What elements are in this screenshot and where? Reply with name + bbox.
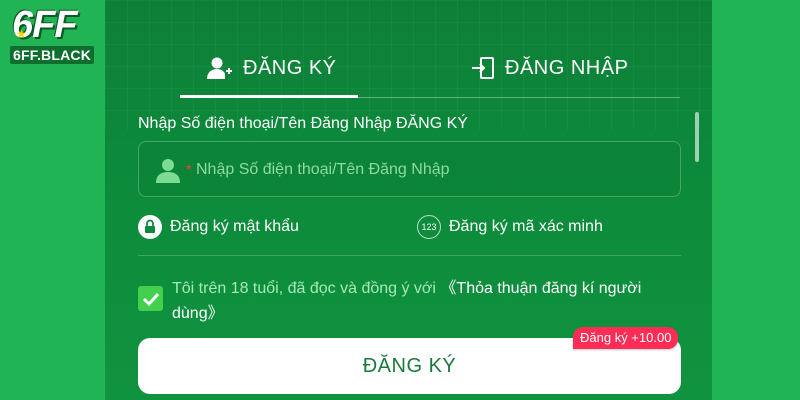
brand-logo[interactable]: 6FF ★ 6FF.BLACK [6,4,100,64]
tabs-divider [180,97,680,98]
lock-icon [138,215,162,239]
code-123-icon: 123 [417,215,441,239]
username-input[interactable] [196,154,666,186]
username-field[interactable]: * [138,141,681,197]
auth-tabs: ĐĂNG KÝ ĐĂNG NHẬP [180,40,680,98]
required-mark: * [186,161,192,177]
agreement-checkbox[interactable] [138,286,163,311]
user-icon [156,159,180,183]
right-background [712,0,800,400]
tab-login[interactable]: ĐĂNG NHẬP [471,50,628,86]
username-field-label: Nhập Số điện thoại/Tên Đăng Nhập ĐĂNG KÝ [138,115,468,132]
register-code-option[interactable]: 123 Đăng ký mã xác minh [417,213,603,241]
tab-login-label: ĐĂNG NHẬP [505,56,629,79]
register-code-label: Đăng ký mã xác minh [449,218,603,235]
star-icon: ★ [16,27,27,41]
login-door-icon [472,57,494,79]
checkmark-icon [142,292,159,306]
add-user-icon [207,57,232,79]
register-bonus-badge: Đăng ký +10.00 [573,327,679,349]
register-password-option[interactable]: Đăng ký mật khẩu [138,213,299,241]
scrollbar[interactable] [695,112,699,162]
tab-register[interactable]: ĐĂNG KÝ [207,50,337,86]
register-password-label: Đăng ký mật khẩu [170,218,299,235]
options-divider [138,255,681,256]
tab-register-label: ĐĂNG KÝ [243,56,337,79]
logo-domain: 6FF.BLACK [10,46,95,64]
agreement-text: Tôi trên 18 tuổi, đã đọc và đồng ý với 《… [172,276,662,326]
agreement-statement: Tôi trên 18 tuổi, đã đọc và đồng ý với [172,280,441,297]
